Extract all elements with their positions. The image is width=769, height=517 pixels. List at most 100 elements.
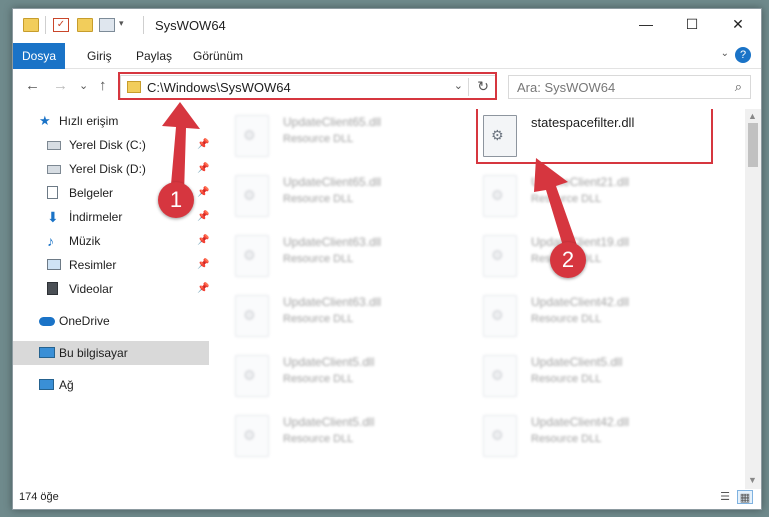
new-folder-icon[interactable]	[77, 18, 93, 32]
pin-icon[interactable]: 📌	[197, 229, 209, 253]
item-count: 174 öğe	[19, 491, 59, 503]
file-description: Resource DLL	[283, 193, 354, 205]
tiles-view-button[interactable]: ▦	[737, 490, 753, 504]
recent-locations-button[interactable]: ⌄	[79, 79, 88, 92]
search-box[interactable]: Ara: SysWOW64 ⌕	[508, 75, 751, 99]
file-name: UpdateClient21.dll	[531, 175, 630, 189]
toolbar-divider	[143, 16, 144, 34]
gear-icon: ⚙	[491, 247, 504, 263]
file-item[interactable]: ⚙ UpdateClient65.dll Resource DLL	[231, 171, 471, 227]
pictures-icon	[47, 259, 61, 270]
sidebar-item-label: İndirmeler	[69, 210, 123, 224]
close-button[interactable]: ✕	[715, 9, 761, 41]
tab-file[interactable]: Dosya	[13, 43, 65, 69]
file-description: Resource DLL	[283, 133, 354, 145]
file-item[interactable]: ⚙ UpdateClient5.dll Resource DLL	[231, 351, 471, 407]
title-bar: ✓ ▾ SysWOW64 — ☐ ✕	[13, 9, 761, 41]
file-description: Resource DLL	[531, 313, 602, 325]
pin-icon[interactable]: 📌	[197, 157, 209, 181]
sidebar-item-label: Bu bilgisayar	[59, 346, 128, 360]
sidebar-item-network[interactable]: Ağ	[13, 373, 209, 397]
sidebar-item-label: Yerel Disk (D:)	[69, 162, 146, 176]
sidebar-item-local-disk-d[interactable]: Yerel Disk (D:) 📌	[13, 157, 209, 181]
highlight-box	[476, 109, 713, 164]
minimize-button[interactable]: —	[623, 9, 669, 41]
ribbon-expand-icon[interactable]: ⌄	[721, 48, 729, 59]
scroll-up-icon[interactable]: ▲	[748, 111, 757, 121]
back-button[interactable]: ←	[25, 77, 40, 94]
onedrive-icon	[39, 317, 55, 326]
help-icon[interactable]: ?	[735, 47, 751, 63]
sidebar-item-quick-access[interactable]: ★ Hızlı erişim	[13, 109, 209, 133]
pin-icon[interactable]: 📌	[197, 277, 209, 301]
gear-icon: ⚙	[491, 367, 504, 383]
file-item[interactable]: ⚙ UpdateClient5.dll Resource DLL	[479, 351, 719, 407]
file-list: ⚙ UpdateClient65.dll Resource DLL ⚙ Upda…	[231, 109, 746, 475]
file-item[interactable]: ⚙ UpdateClient21.dll Resource DLL	[479, 171, 719, 227]
sidebar-item-label: Hızlı erişim	[59, 114, 119, 128]
folder-icon[interactable]	[23, 18, 39, 32]
tab-home[interactable]: Giriş	[87, 43, 112, 69]
videos-icon	[47, 282, 58, 295]
pin-icon[interactable]: 📌	[197, 181, 209, 205]
file-name: UpdateClient65.dll	[283, 175, 382, 189]
window-title: SysWOW64	[155, 18, 226, 33]
up-button[interactable]: ↑	[99, 77, 107, 94]
gear-icon: ⚙	[491, 187, 504, 203]
scrollbar-thumb[interactable]	[748, 123, 758, 167]
ribbon: Dosya Giriş Paylaş Görünüm ⌄ ?	[13, 43, 761, 69]
sidebar-item-onedrive[interactable]: OneDrive	[13, 309, 209, 333]
download-icon: ⬇	[47, 209, 59, 225]
file-name: UpdateClient5.dll	[283, 415, 375, 429]
pin-icon[interactable]: 📌	[197, 253, 209, 277]
file-name: UpdateClient63.dll	[283, 295, 382, 309]
file-item[interactable]: ⚙ UpdateClient63.dll Resource DLL	[231, 231, 471, 287]
file-item[interactable]: ⚙ UpdateClient42.dll Resource DLL	[479, 411, 719, 467]
customize-toolbar-icon[interactable]	[99, 18, 115, 32]
sidebar-item-label: Müzik	[69, 234, 101, 248]
address-highlight-box	[118, 72, 497, 100]
tab-share[interactable]: Paylaş	[136, 43, 172, 69]
properties-check-icon[interactable]: ✓	[53, 18, 69, 32]
navigation-pane: ★ Hızlı erişim Yerel Disk (C:) 📌 Yerel D…	[13, 109, 209, 475]
scroll-down-icon[interactable]: ▼	[748, 475, 757, 485]
file-item[interactable]: ⚙ UpdateClient5.dll Resource DLL	[231, 411, 471, 467]
file-item[interactable]: ⚙ UpdateClient19.dll Resource DLL	[479, 231, 719, 287]
file-item[interactable]: ⚙ UpdateClient63.dll Resource DLL	[231, 291, 471, 347]
gear-icon: ⚙	[243, 307, 256, 323]
this-pc-icon	[39, 347, 55, 358]
sidebar-item-label: Videolar	[69, 282, 113, 296]
sidebar-item-label: Belgeler	[69, 186, 114, 200]
file-name: UpdateClient5.dll	[531, 355, 623, 369]
pin-icon[interactable]: 📌	[197, 205, 209, 229]
documents-icon	[47, 186, 58, 199]
sidebar-item-local-disk-c[interactable]: Yerel Disk (C:) 📌	[13, 133, 209, 157]
gear-icon: ⚙	[243, 427, 256, 443]
music-icon: ♪	[47, 233, 54, 249]
pin-icon[interactable]: 📌	[197, 133, 209, 157]
star-icon: ★	[39, 113, 51, 128]
file-description: Resource DLL	[283, 313, 354, 325]
file-item[interactable]: ⚙ UpdateClient65.dll Resource DLL	[231, 111, 471, 167]
file-name: UpdateClient65.dll	[283, 115, 382, 129]
file-item[interactable]: ⚙ UpdateClient42.dll Resource DLL	[479, 291, 719, 347]
gear-icon: ⚙	[491, 427, 504, 443]
vertical-scrollbar[interactable]: ▲ ▼	[745, 109, 761, 489]
file-description: Resource DLL	[283, 253, 354, 265]
sidebar-item-pictures[interactable]: Resimler 📌	[13, 253, 209, 277]
sidebar-item-music[interactable]: ♪ Müzik 📌	[13, 229, 209, 253]
toolbar-dropdown-icon[interactable]: ▾	[119, 18, 124, 29]
file-description: Resource DLL	[283, 373, 354, 385]
sidebar-item-label: Yerel Disk (C:)	[69, 138, 146, 152]
search-placeholder[interactable]: Ara: SysWOW64	[517, 80, 615, 95]
sidebar-item-this-pc[interactable]: Bu bilgisayar	[13, 341, 209, 365]
details-view-button[interactable]: ☰	[717, 490, 733, 504]
search-icon[interactable]: ⌕	[735, 79, 742, 95]
callout-badge-1: 1	[158, 182, 194, 218]
forward-button[interactable]: →	[53, 77, 68, 94]
tab-view[interactable]: Görünüm	[193, 43, 243, 69]
sidebar-item-videos[interactable]: Videolar 📌	[13, 277, 209, 301]
file-description: Resource DLL	[283, 433, 354, 445]
maximize-button[interactable]: ☐	[669, 9, 715, 41]
sidebar-item-label: Resimler	[69, 258, 117, 272]
